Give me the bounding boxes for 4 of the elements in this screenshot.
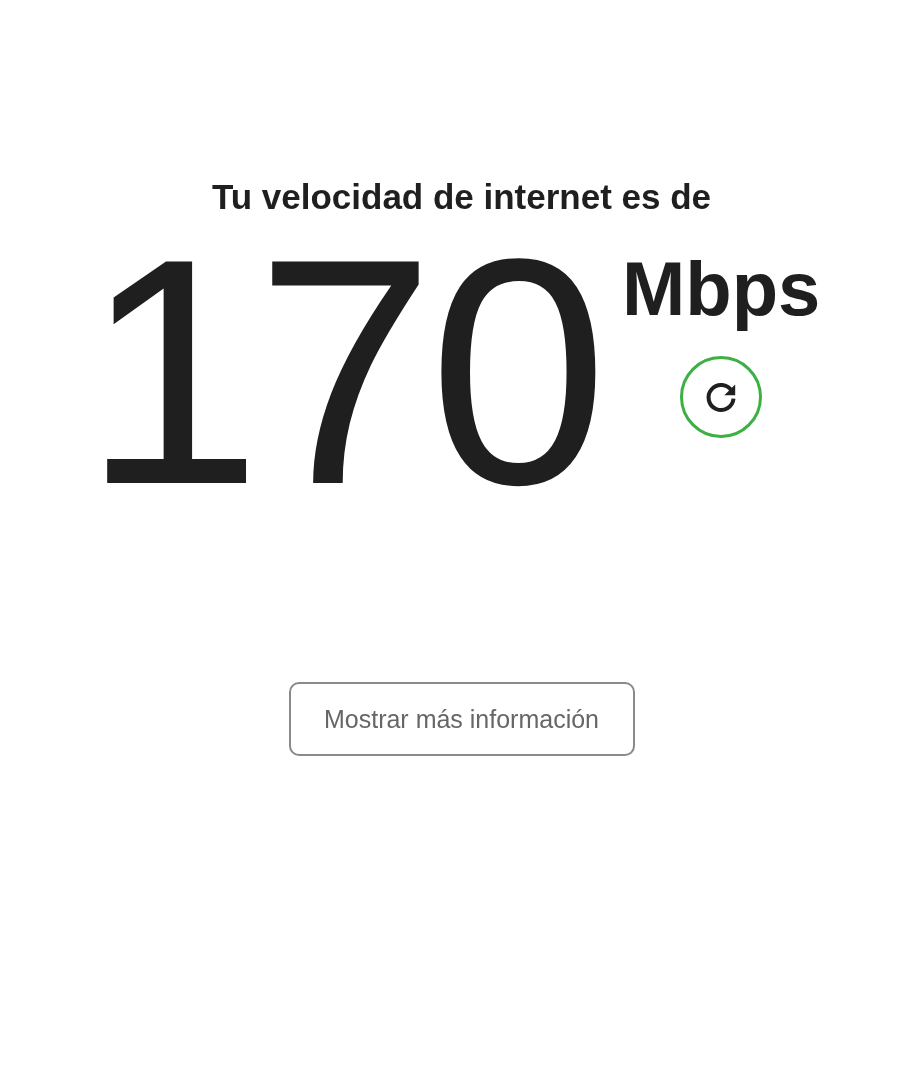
more-info-button[interactable]: Mostrar más información [288, 682, 635, 756]
speed-heading: Tu velocidad de internet es de [211, 176, 712, 218]
speed-value: 170 [82, 222, 602, 522]
speed-unit: Mbps [621, 245, 821, 333]
